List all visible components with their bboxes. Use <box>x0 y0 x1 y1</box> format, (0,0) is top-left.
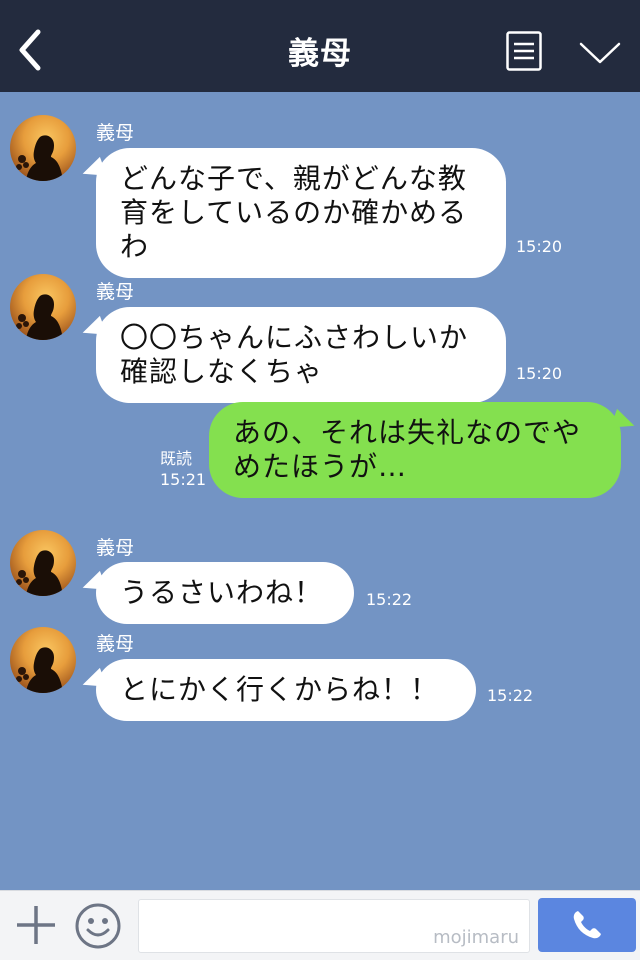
message-list[interactable]: 義母 どんな子で、親がどんな教 育をしているのか確かめる わ 15:20 義母 … <box>0 92 640 890</box>
read-receipt: 既読 15:21 <box>160 448 206 490</box>
message-time: 15:21 <box>160 470 207 489</box>
list-icon <box>506 31 542 71</box>
menu-button[interactable] <box>506 31 542 71</box>
message-time: 15:22 <box>366 590 413 609</box>
watermark: mojimaru <box>433 927 519 948</box>
plus-icon <box>17 906 55 944</box>
collapse-button[interactable] <box>578 40 622 66</box>
message-line: あの、それは失礼なのでや <box>233 416 582 449</box>
message-time: 15:22 <box>487 686 534 705</box>
message-time: 15:20 <box>516 237 563 256</box>
message-time: 15:20 <box>516 364 563 383</box>
sender-name: 義母 <box>96 281 135 303</box>
chat-title: 義母 <box>288 36 352 72</box>
phone-icon <box>573 911 601 939</box>
message-input[interactable]: mojimaru <box>138 899 530 953</box>
silhouette-image <box>16 647 63 693</box>
message-bubble[interactable]: うるさいわね！ <box>96 562 354 624</box>
message-bubble[interactable]: あの、それは失礼なのでや めたほうが… <box>209 402 621 498</box>
smiley-icon <box>75 903 121 949</box>
silhouette-image <box>16 135 63 181</box>
avatar[interactable] <box>10 627 76 693</box>
emoji-button[interactable] <box>74 902 122 950</box>
sender-name: 義母 <box>96 537 135 559</box>
sender-name: 義母 <box>96 633 135 655</box>
sender-name: 義母 <box>96 122 135 144</box>
call-button[interactable] <box>538 898 636 952</box>
message-line: 〇〇ちゃんにふさわしいか <box>120 321 469 354</box>
message-line: うるさいわね！ <box>120 576 324 609</box>
read-label: 既読 <box>160 449 193 468</box>
message-line: 確認しなくちゃ <box>120 355 324 388</box>
message-bubble[interactable]: とにかく行くからね！！ <box>96 659 476 721</box>
message-bubble[interactable]: どんな子で、親がどんな教 育をしているのか確かめる わ <box>96 148 506 278</box>
message-line: どんな子で、親がどんな教 <box>120 162 467 195</box>
chevron-down-icon <box>579 42 621 64</box>
message-line: とにかく行くからね！！ <box>120 673 440 706</box>
message-line: めたほうが… <box>233 450 408 483</box>
silhouette-image <box>16 294 63 340</box>
silhouette-image <box>16 550 63 596</box>
avatar[interactable] <box>10 115 76 181</box>
avatar[interactable] <box>10 274 76 340</box>
avatar[interactable] <box>10 530 76 596</box>
message-bubble[interactable]: 〇〇ちゃんにふさわしいか 確認しなくちゃ <box>96 307 506 403</box>
add-button[interactable] <box>14 903 58 947</box>
message-line: 育をしているのか確かめる <box>120 196 468 229</box>
chat-header: 義母 <box>0 0 640 92</box>
input-bar: mojimaru <box>0 890 640 960</box>
message-line: わ <box>120 230 150 263</box>
